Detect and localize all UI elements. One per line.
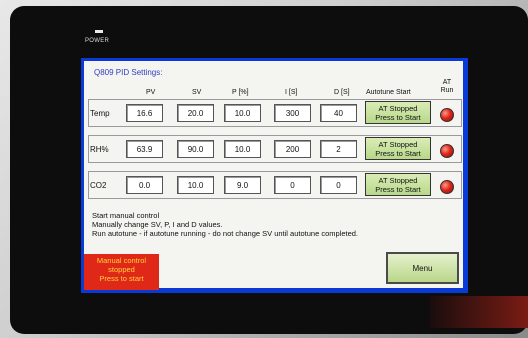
row-label-temp: Temp bbox=[90, 109, 110, 118]
i-temp-field[interactable]: 300 bbox=[274, 104, 311, 122]
header-autotune: Autotune Start bbox=[366, 89, 411, 96]
header-at-run: AT Run bbox=[440, 79, 454, 94]
at-run-co2-led-icon bbox=[440, 180, 454, 194]
autotune-status: AT Stopped bbox=[378, 176, 418, 185]
manual-control-button[interactable]: Manual control stopped Press to start bbox=[84, 254, 159, 290]
autotune-action: Press to Start bbox=[375, 149, 421, 158]
instructions: Start manual control Manually change SV,… bbox=[92, 211, 358, 238]
at-run-temp-led-icon bbox=[440, 108, 454, 122]
at-run-rh-led-icon bbox=[440, 144, 454, 158]
autotune-action: Press to Start bbox=[375, 185, 421, 194]
sv-rh-field[interactable]: 90.0 bbox=[177, 140, 214, 158]
autotune-rh-button[interactable]: AT Stopped Press to Start bbox=[365, 137, 431, 160]
instruction-line: Manually change SV, P, I and D values. bbox=[92, 220, 223, 229]
autotune-status: AT Stopped bbox=[378, 104, 418, 113]
p-temp-field[interactable]: 10.0 bbox=[224, 104, 261, 122]
d-temp-field[interactable]: 40 bbox=[320, 104, 357, 122]
power-label: POWER bbox=[85, 38, 110, 44]
pv-co2-field: 0.0 bbox=[126, 176, 163, 194]
page-title: Q809 PID Settings: bbox=[94, 68, 163, 77]
header-sv: SV bbox=[192, 89, 202, 96]
instruction-line: Run autotune - if autotune running - do … bbox=[92, 229, 359, 238]
menu-button[interactable]: Menu bbox=[386, 252, 459, 284]
autotune-action: Press to Start bbox=[375, 113, 421, 122]
i-co2-field[interactable]: 0 bbox=[274, 176, 311, 194]
row-label-rh: RH% bbox=[90, 145, 109, 154]
manual-control-action: Press to start bbox=[99, 274, 144, 283]
hmi-screen: Q809 PID Settings: PV SV P [%] I [S] D [… bbox=[81, 58, 468, 293]
autotune-status: AT Stopped bbox=[378, 140, 418, 149]
sv-temp-field[interactable]: 20.0 bbox=[177, 104, 214, 122]
pv-temp-field: 16.6 bbox=[126, 104, 163, 122]
d-co2-field[interactable]: 0 bbox=[320, 176, 357, 194]
i-rh-field[interactable]: 200 bbox=[274, 140, 311, 158]
instruction-line: Start manual control bbox=[92, 211, 160, 220]
manual-control-label: Manual control bbox=[96, 256, 147, 265]
d-rh-field[interactable]: 2 bbox=[320, 140, 357, 158]
manual-control-status: stopped bbox=[108, 265, 135, 274]
autotune-temp-button[interactable]: AT Stopped Press to Start bbox=[365, 101, 431, 124]
power-led-icon bbox=[95, 30, 103, 33]
reflection bbox=[430, 296, 528, 328]
autotune-co2-button[interactable]: AT Stopped Press to Start bbox=[365, 173, 431, 196]
p-rh-field[interactable]: 10.0 bbox=[224, 140, 261, 158]
pv-rh-field: 63.9 bbox=[126, 140, 163, 158]
pid-settings-panel: Q809 PID Settings: PV SV P [%] I [S] D [… bbox=[84, 61, 463, 290]
header-i: I [S] bbox=[285, 89, 298, 96]
header-d: D [S] bbox=[334, 89, 350, 96]
p-co2-field[interactable]: 9.0 bbox=[224, 176, 261, 194]
sv-co2-field[interactable]: 10.0 bbox=[177, 176, 214, 194]
header-pv: PV bbox=[146, 89, 156, 96]
row-label-co2: CO2 bbox=[90, 181, 107, 190]
header-p: P [%] bbox=[232, 89, 249, 96]
